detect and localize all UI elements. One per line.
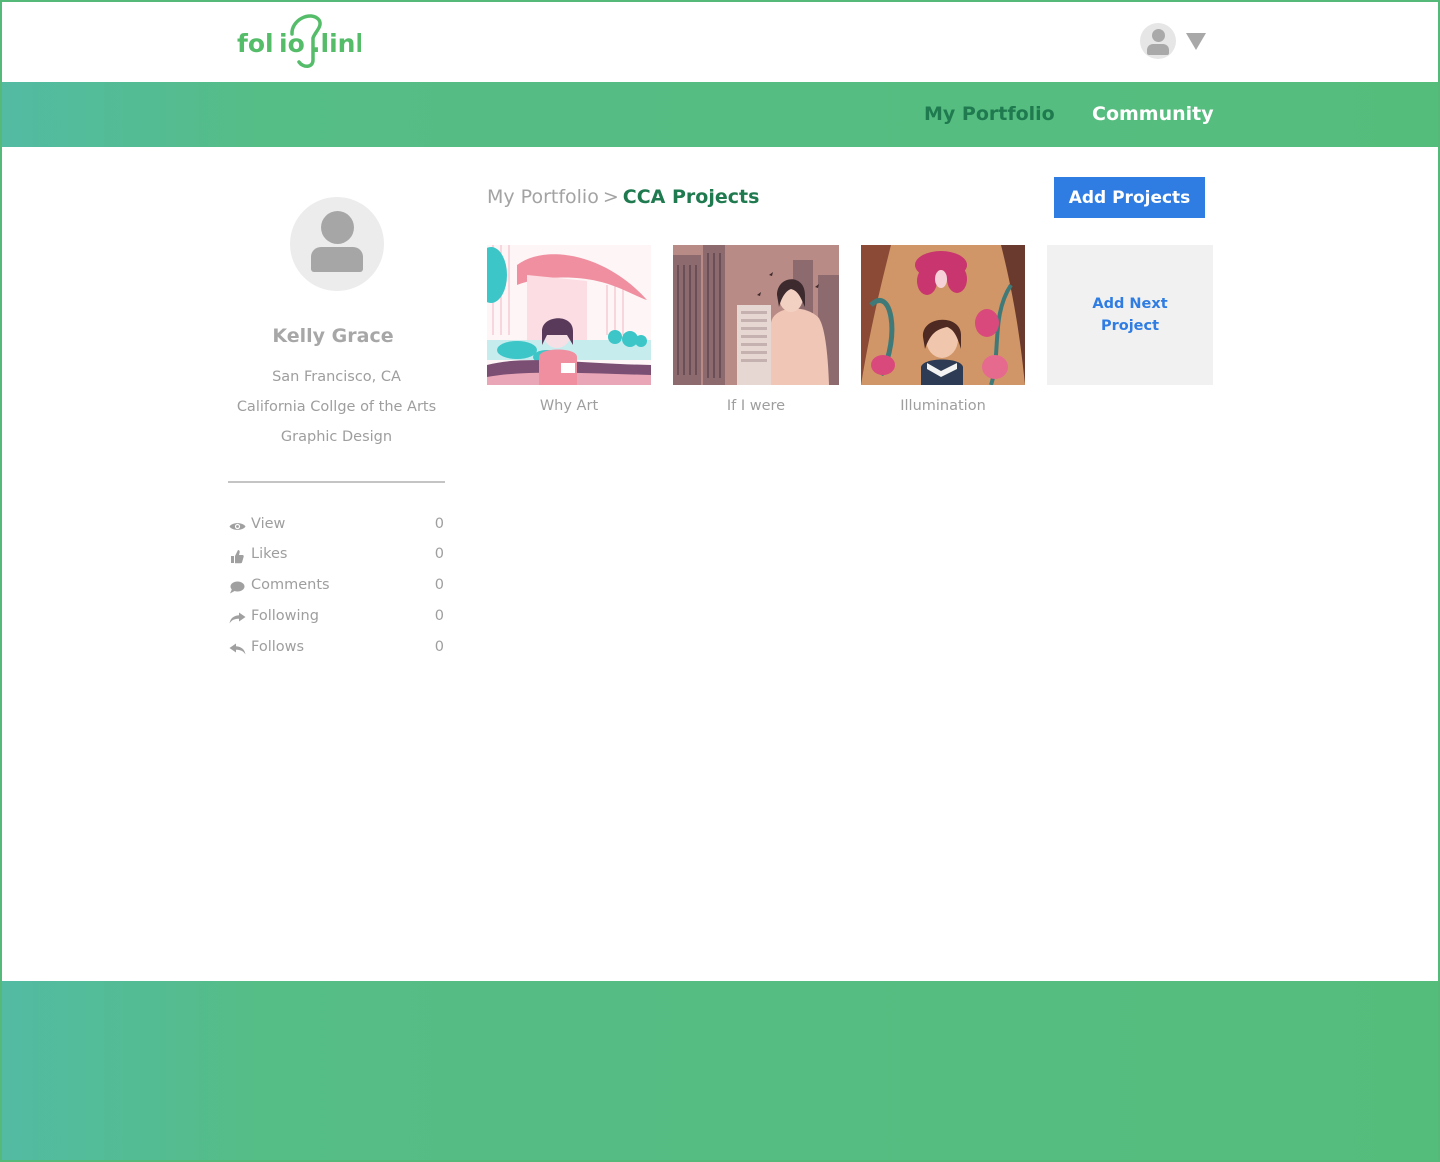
stat-label: Comments <box>251 577 330 593</box>
project-card-if-i-were[interactable]: If I were <box>673 245 839 414</box>
project-thumbnail[interactable] <box>673 245 839 385</box>
folio-link-logo[interactable]: fol io .link <box>237 10 361 70</box>
profile-location: San Francisco, CA <box>272 369 401 385</box>
profile-avatar-icon[interactable] <box>290 197 384 291</box>
footer <box>0 981 1440 1162</box>
stat-value: 0 <box>434 639 444 655</box>
stat-likes: Likes 0 <box>228 546 445 566</box>
project-thumbnail[interactable] <box>861 245 1025 385</box>
add-next-project-label[interactable]: Add Next Project <box>1080 293 1180 337</box>
breadcrumb-root-link[interactable]: My Portfolio <box>487 186 599 208</box>
thumbs-up-icon <box>228 548 246 564</box>
stat-label: Follows <box>251 639 305 655</box>
svg-text:fol: fol <box>237 29 274 58</box>
logo-mark: fol io .link <box>237 14 361 68</box>
project-title[interactable]: If I were <box>673 398 839 414</box>
breadcrumb: My Portfolio > CCA Projects <box>487 186 759 208</box>
stat-value: 0 <box>434 546 444 562</box>
caret-down-icon[interactable] <box>1186 32 1206 50</box>
profile-major: Graphic Design <box>280 429 393 445</box>
sidebar-divider <box>228 481 445 483</box>
stat-value: 0 <box>434 608 444 624</box>
nav-community[interactable]: Community <box>1092 103 1214 125</box>
profile-name: Kelly Grace <box>272 325 394 347</box>
stat-label: Following <box>251 608 319 624</box>
stat-value: 0 <box>434 516 444 532</box>
stat-comments: Comments 0 <box>228 577 445 597</box>
user-menu[interactable] <box>1140 23 1206 59</box>
stat-view: View 0 <box>228 516 445 536</box>
profile-school: California Collge of the Arts <box>236 399 437 415</box>
reply-arrow-icon <box>228 641 246 657</box>
comment-icon <box>228 579 246 595</box>
project-thumbnail[interactable] <box>487 245 651 385</box>
add-next-project-tile[interactable]: Add Next Project <box>1047 245 1213 385</box>
stat-label: Likes <box>251 546 288 562</box>
stat-follows: Follows 0 <box>228 639 445 659</box>
user-avatar-icon[interactable] <box>1140 23 1176 59</box>
project-card-why-art[interactable]: Why Art <box>487 245 651 414</box>
main-nav: My Portfolio Community <box>0 82 1440 147</box>
share-arrow-icon <box>228 610 246 626</box>
eye-icon <box>228 518 246 534</box>
project-title[interactable]: Why Art <box>487 398 651 414</box>
add-projects-button[interactable]: Add Projects <box>1054 177 1205 218</box>
stat-label: View <box>251 516 286 532</box>
stat-value: 0 <box>434 577 444 593</box>
top-bar: fol io .link <box>0 0 1440 82</box>
nav-my-portfolio[interactable]: My Portfolio <box>924 103 1055 125</box>
svg-text:.link: .link <box>311 29 361 58</box>
breadcrumb-current: CCA Projects <box>622 186 760 208</box>
breadcrumb-separator: > <box>602 186 619 208</box>
project-card-illumination[interactable]: Illumination <box>861 245 1025 414</box>
stat-following: Following 0 <box>228 608 445 628</box>
project-title[interactable]: Illumination <box>861 398 1025 414</box>
